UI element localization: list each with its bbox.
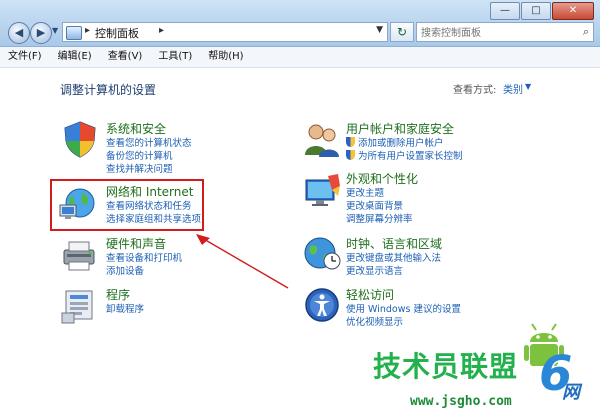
- watermark-brand-suffix: 网: [562, 382, 580, 403]
- search-box[interactable]: ⌕: [416, 22, 594, 42]
- maximize-button[interactable]: □: [521, 2, 551, 20]
- control-panel-window: — □ ✕ ◀ ▶ ▼ ▸ 控制面板 ▸ ▼ ↻ ⌕ 文件(F) 编辑(E) 查…: [0, 0, 600, 420]
- category-hardware-sound: 硬件和声音 查看设备和打印机 添加设备: [106, 236, 182, 278]
- menu-edit[interactable]: 编辑(E): [50, 47, 100, 67]
- category-system-security: 系统和安全 查看您的计算机状态 备份您的计算机 查找并解决问题: [106, 121, 192, 176]
- link-add-remove-accounts-label[interactable]: 添加或删除用户帐户: [358, 138, 444, 149]
- menu-help[interactable]: 帮助(H): [200, 47, 251, 67]
- back-button[interactable]: ◀: [8, 22, 30, 44]
- hardware-sound-icon[interactable]: [60, 236, 100, 276]
- annotation-arrow-icon: [196, 234, 289, 289]
- breadcrumb-separator[interactable]: ▸: [85, 25, 90, 36]
- category-programs: 程序 卸载程序: [106, 287, 144, 316]
- link-view-devices-printers[interactable]: 查看设备和打印机: [106, 252, 182, 265]
- category-appearance: 外观和个性化 更改主题 更改桌面背景 调整屏幕分辨率: [346, 171, 418, 226]
- link-change-theme[interactable]: 更改主题: [346, 187, 418, 200]
- menu-tools[interactable]: 工具(T): [150, 47, 200, 67]
- search-icon[interactable]: ⌕: [583, 25, 589, 39]
- category-title-clock-language-region[interactable]: 时钟、语言和区域: [346, 236, 442, 252]
- watermark-text: 技术员联盟: [373, 350, 519, 383]
- address-dropdown-icon[interactable]: ▼: [376, 25, 383, 35]
- minimize-button[interactable]: —: [490, 2, 520, 20]
- control-panel-icon: [66, 26, 82, 40]
- category-title-appearance[interactable]: 外观和个性化: [346, 171, 418, 187]
- programs-icon[interactable]: [60, 285, 100, 325]
- view-by-label: 查看方式:: [453, 85, 497, 96]
- link-change-display-language[interactable]: 更改显示语言: [346, 265, 442, 278]
- category-clock-language-region: 时钟、语言和区域 更改键盘或其他输入法 更改显示语言: [346, 236, 442, 278]
- page-title: 调整计算机的设置: [60, 83, 157, 97]
- link-adjust-resolution[interactable]: 调整屏幕分辨率: [346, 213, 418, 226]
- highlight-box: [50, 179, 204, 231]
- link-optimize-video-display[interactable]: 优化视频显示: [346, 316, 461, 329]
- link-parental-controls-label[interactable]: 为所有用户设置家长控制: [358, 151, 463, 162]
- link-troubleshoot[interactable]: 查找并解决问题: [106, 163, 192, 176]
- menu-file[interactable]: 文件(F): [0, 47, 50, 67]
- search-input[interactable]: [419, 24, 573, 42]
- uac-shield-icon: [346, 150, 355, 160]
- category-title-programs[interactable]: 程序: [106, 287, 144, 303]
- category-title-ease-of-access[interactable]: 轻松访问: [346, 287, 461, 303]
- ease-of-access-icon[interactable]: [302, 285, 342, 325]
- link-view-computer-status[interactable]: 查看您的计算机状态: [106, 137, 192, 150]
- user-accounts-icon[interactable]: [302, 119, 342, 159]
- category-title-user-accounts[interactable]: 用户帐户和家庭安全: [346, 121, 463, 137]
- menu-view[interactable]: 查看(V): [100, 47, 151, 67]
- link-change-desktop-background[interactable]: 更改桌面背景: [346, 200, 418, 213]
- breadcrumb-control-panel[interactable]: 控制面板: [95, 25, 139, 41]
- system-security-icon[interactable]: [60, 119, 100, 159]
- link-parental-controls[interactable]: 为所有用户设置家长控制: [346, 150, 463, 163]
- appearance-icon[interactable]: [302, 172, 342, 212]
- category-title-system-security[interactable]: 系统和安全: [106, 121, 192, 137]
- category-ease-of-access: 轻松访问 使用 Windows 建议的设置 优化视频显示: [346, 287, 461, 329]
- link-change-keyboard-input[interactable]: 更改键盘或其他输入法: [346, 252, 442, 265]
- menu-bar: 文件(F) 编辑(E) 查看(V) 工具(T) 帮助(H): [0, 47, 600, 68]
- category-user-accounts: 用户帐户和家庭安全 添加或删除用户帐户 为所有用户设置家长控制: [346, 121, 463, 163]
- chevron-down-icon[interactable]: ▼: [525, 82, 531, 91]
- close-button[interactable]: ✕: [552, 2, 594, 20]
- watermark-url: www.jsgho.com: [410, 394, 512, 409]
- window-controls: — □ ✕: [489, 2, 594, 20]
- refresh-button[interactable]: ↻: [390, 22, 414, 42]
- recent-pages-dropdown-icon[interactable]: ▼: [52, 26, 58, 35]
- link-uninstall-program[interactable]: 卸载程序: [106, 303, 144, 316]
- address-bar[interactable]: ▸ 控制面板 ▸ ▼: [62, 22, 388, 42]
- link-add-device[interactable]: 添加设备: [106, 265, 182, 278]
- breadcrumb-chevron-icon[interactable]: ▸: [159, 25, 164, 36]
- view-by-dropdown[interactable]: 类别: [503, 81, 523, 96]
- clock-region-icon[interactable]: [302, 233, 342, 273]
- title-bar: — □ ✕ ◀ ▶ ▼ ▸ 控制面板 ▸ ▼ ↻ ⌕: [0, 0, 600, 47]
- forward-button[interactable]: ▶: [30, 22, 52, 44]
- link-backup-computer[interactable]: 备份您的计算机: [106, 150, 192, 163]
- link-add-remove-accounts[interactable]: 添加或删除用户帐户: [346, 137, 463, 150]
- category-title-hardware-sound[interactable]: 硬件和声音: [106, 236, 182, 252]
- uac-shield-icon: [346, 137, 355, 147]
- link-use-recommended-settings[interactable]: 使用 Windows 建议的设置: [346, 303, 461, 316]
